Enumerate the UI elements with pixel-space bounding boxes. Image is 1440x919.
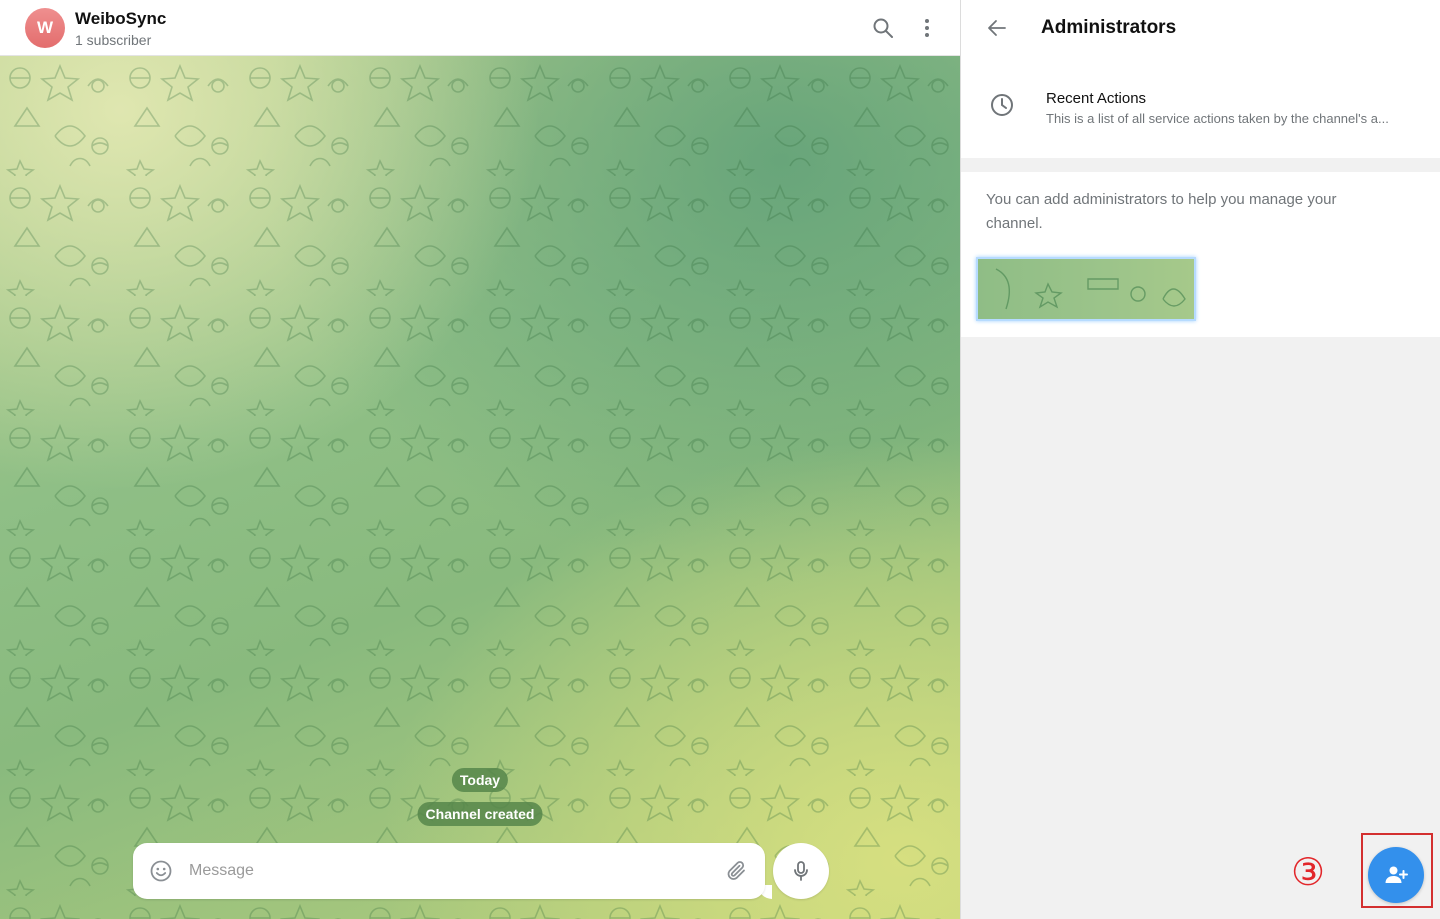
more-vertical-icon[interactable]	[915, 16, 939, 40]
chat-area: W WeiboSync 1 subscriber Today Channel c…	[0, 0, 960, 919]
voice-message-button[interactable]	[773, 843, 829, 899]
smile-icon[interactable]	[149, 859, 173, 883]
microphone-icon	[794, 861, 808, 881]
channel-title[interactable]: WeiboSync	[75, 9, 166, 29]
add-user-icon	[1385, 866, 1408, 883]
paperclip-icon[interactable]	[725, 859, 749, 883]
recent-actions-item[interactable]: Recent Actions This is a list of all ser…	[961, 56, 1440, 158]
date-label: Today	[451, 768, 509, 792]
message-input[interactable]	[189, 857, 709, 885]
search-icon[interactable]	[871, 16, 895, 40]
admin-info-text: You can add administrators to help you m…	[986, 191, 1337, 232]
admin-illustration	[976, 257, 1196, 321]
doodle-illustration	[995, 268, 1186, 310]
clock-icon	[991, 94, 1013, 116]
recent-actions-description: This is a list of all service actions ta…	[1046, 111, 1389, 126]
recent-actions-title: Recent Actions	[1046, 90, 1147, 107]
chat-header[interactable]: W WeiboSync 1 subscriber	[0, 0, 960, 56]
administrators-panel: Administrators Recent Actions This is a …	[960, 0, 1440, 919]
arrow-left-icon[interactable]	[985, 16, 1009, 40]
service-message: Channel created	[417, 802, 543, 826]
step-marker: ③	[1291, 850, 1326, 894]
panel-header: Administrators	[961, 0, 1440, 56]
admin-info-section: You can add administrators to help you m…	[961, 172, 1440, 337]
panel-title: Administrators	[1041, 17, 1177, 38]
channel-avatar[interactable]: W	[25, 8, 65, 48]
message-composer	[133, 843, 765, 899]
add-administrator-button[interactable]	[1368, 847, 1424, 903]
subscriber-count: 1 subscriber	[75, 32, 152, 48]
